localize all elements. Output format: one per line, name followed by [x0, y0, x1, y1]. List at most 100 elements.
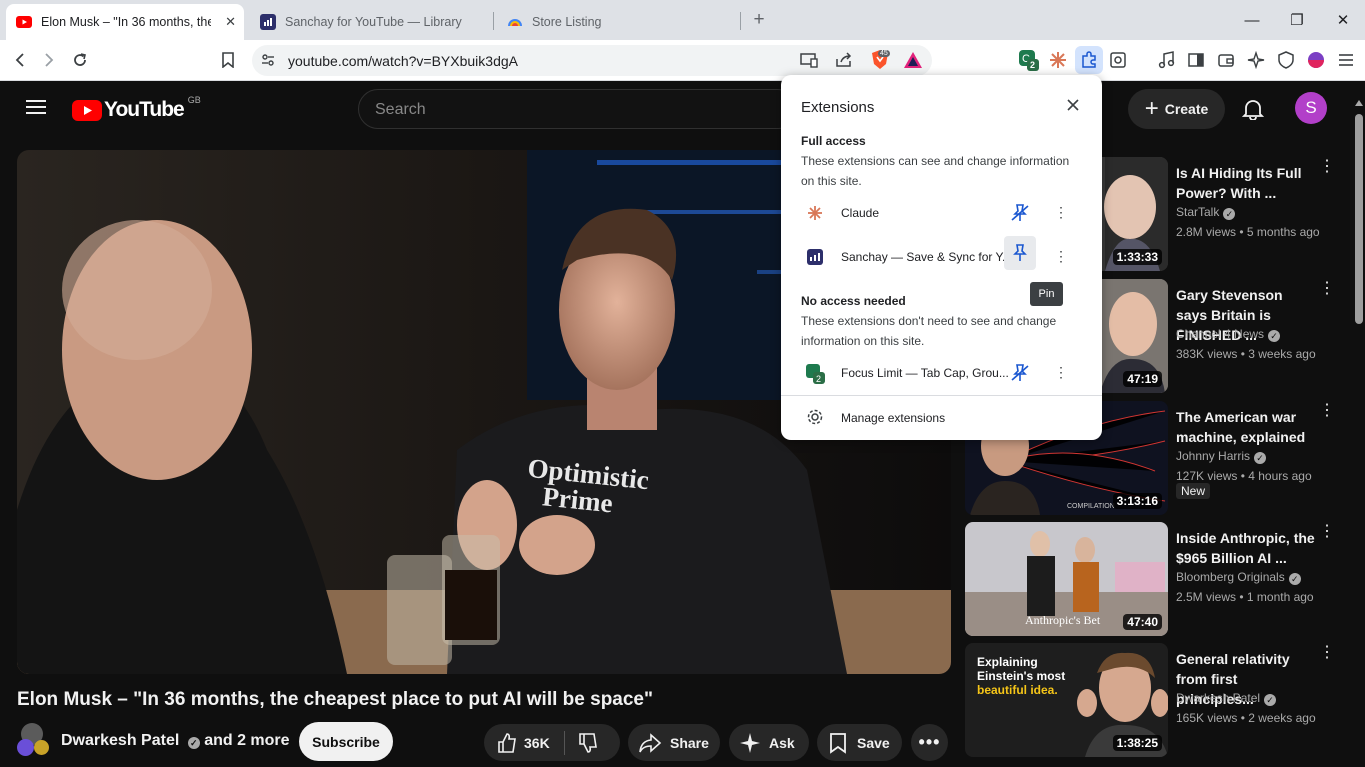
back-icon[interactable] [9, 49, 31, 71]
channel-avatar-stack[interactable] [17, 723, 49, 756]
account-avatar[interactable]: S [1295, 92, 1327, 124]
channel-name[interactable]: Dwarkesh Patel ✓ and 2 more [61, 732, 290, 750]
recommendation-channel[interactable]: StarTalk ✓ [1176, 205, 1236, 220]
kebab-menu-icon[interactable]: ⋮ [1319, 524, 1335, 548]
forward-icon[interactable] [38, 49, 60, 71]
url-text: youtube.com/watch?v=BYXbuik3dgA [288, 53, 518, 69]
menu-icon[interactable] [1335, 49, 1357, 71]
video-duration: 47:19 [1123, 371, 1162, 387]
channel-text: StarTalk [1176, 205, 1220, 219]
recommendation-channel[interactable]: Dwarkesh Patel ✓ [1176, 691, 1277, 706]
pin-icon[interactable] [1004, 236, 1036, 270]
claude-icon [806, 204, 824, 222]
save-button[interactable]: Save [817, 724, 902, 761]
tab-separator [493, 12, 494, 30]
share-button[interactable]: Share [628, 724, 720, 761]
site-info-icon[interactable] [260, 52, 276, 68]
close-tab-icon[interactable]: ✕ [225, 14, 236, 30]
like-icon[interactable] [496, 732, 518, 754]
recommendation-title[interactable]: The American war machine, explained [1176, 407, 1316, 447]
tab-search-icon[interactable] [1107, 49, 1129, 71]
extension-options-icon[interactable]: ⋮ [1054, 204, 1068, 222]
youtube-header: YouTube GB Search + Create S [0, 81, 1365, 137]
extensions-panel-title: Extensions [801, 99, 875, 116]
minimize-button[interactable]: — [1238, 8, 1266, 32]
notifications-bell-icon[interactable] [1241, 98, 1265, 121]
recommendation-title[interactable]: Is AI Hiding Its Full Power? With ... [1176, 163, 1316, 203]
kebab-menu-icon[interactable]: ⋮ [1319, 281, 1335, 305]
address-bar[interactable]: youtube.com/watch?v=BYXbuik3dgA 45 [252, 45, 932, 76]
overlay-line: Explaining [977, 655, 1038, 669]
channel-text: Bloomberg Originals [1176, 570, 1285, 584]
webstore-favicon-icon [507, 14, 523, 30]
reload-icon[interactable] [69, 49, 91, 71]
verified-icon: ✓ [1254, 452, 1267, 464]
full-access-description: These extensions can see and change info… [801, 154, 1070, 188]
extension-row-sanchay[interactable]: Sanchay — Save & Sync for Y... ⋮ [781, 236, 1102, 276]
brave-shields-icon[interactable]: 45 [870, 49, 890, 71]
youtube-logo[interactable]: YouTube GB [72, 95, 201, 122]
verified-icon: ✓ [1288, 573, 1301, 585]
recommendation-item[interactable]: Explaining Einstein's most beautiful ide… [965, 643, 1355, 757]
unpin-icon[interactable] [1009, 362, 1031, 384]
like-divider [563, 730, 565, 755]
overlay-line: Einstein's most [977, 669, 1066, 683]
extension-options-icon[interactable]: ⋮ [1054, 248, 1068, 266]
extension-row-claude[interactable]: Claude ⋮ [781, 192, 1102, 232]
more-actions-icon[interactable]: ••• [911, 724, 948, 761]
recommendation-thumbnail[interactable]: Anthropic's Bet 47:40 [965, 522, 1168, 636]
kebab-menu-icon[interactable]: ⋮ [1319, 403, 1335, 427]
video-duration: 1:33:33 [1112, 249, 1162, 265]
sanchay-icon [806, 248, 824, 266]
close-window-button[interactable]: ✕ [1329, 8, 1357, 32]
brave-rewards-icon[interactable] [903, 51, 923, 69]
create-button[interactable]: + Create [1128, 89, 1225, 129]
extensions-puzzle-icon[interactable] [1075, 46, 1103, 74]
extension-row-focus-limit[interactable]: 2 Focus Limit — Tab Cap, Grou... ⋮ [781, 352, 1102, 392]
scroll-up-arrow-icon[interactable] [1355, 100, 1363, 106]
profile-icon[interactable] [1305, 49, 1327, 71]
kebab-menu-icon[interactable]: ⋮ [1319, 645, 1335, 669]
maximize-button[interactable]: ❐ [1283, 8, 1311, 32]
recommendation-channel[interactable]: Channel 4 News ✓ [1176, 327, 1281, 342]
recommendation-item[interactable]: Anthropic's Bet 47:40 Inside Anthropic, … [965, 522, 1355, 636]
kebab-menu-icon[interactable]: ⋮ [1319, 159, 1335, 183]
close-panel-icon[interactable] [1065, 97, 1081, 113]
recommendation-title[interactable]: Inside Anthropic, the $965 Billion AI ..… [1176, 528, 1316, 568]
thumbnail-overlay-text: Anthropic's Bet [1025, 613, 1101, 627]
dislike-icon[interactable] [577, 732, 599, 754]
hamburger-menu-icon[interactable] [26, 99, 46, 115]
recommendation-channel[interactable]: Johnny Harris ✓ [1176, 449, 1267, 464]
like-count[interactable]: 36K [524, 735, 550, 751]
unpin-icon[interactable] [1009, 202, 1031, 224]
share-page-icon[interactable] [835, 52, 853, 68]
search-placeholder: Search [375, 101, 426, 118]
media-controls-icon[interactable] [1155, 49, 1177, 71]
tab-store-listing[interactable]: Store Listing [497, 4, 737, 40]
cast-icon[interactable] [800, 52, 818, 68]
wallet-icon[interactable] [1215, 49, 1237, 71]
new-tab-button[interactable]: + [745, 8, 773, 32]
claude-extension-icon[interactable] [1047, 49, 1069, 71]
manage-extensions-button[interactable]: Manage extensions [781, 397, 1102, 437]
ask-button[interactable]: Ask [729, 724, 809, 761]
focus-limit-extension-icon[interactable]: C 2 [1018, 49, 1040, 71]
vpn-shield-icon[interactable] [1275, 49, 1297, 71]
tab-title: Store Listing [532, 15, 602, 29]
page-scrollbar[interactable] [1353, 98, 1365, 767]
leo-ai-icon[interactable] [1245, 49, 1267, 71]
create-label: Create [1164, 101, 1209, 117]
recommendation-thumbnail[interactable]: Explaining Einstein's most beautiful ide… [965, 643, 1168, 757]
extension-options-icon[interactable]: ⋮ [1054, 364, 1068, 382]
subscribe-button[interactable]: Subscribe [299, 722, 393, 761]
scroll-thumb[interactable] [1355, 114, 1363, 324]
sidebar-icon[interactable] [1185, 49, 1207, 71]
recommendation-channel[interactable]: Bloomberg Originals ✓ [1176, 570, 1301, 585]
bookmark-icon[interactable] [217, 49, 239, 71]
no-access-description: These extensions don't need to see and c… [801, 314, 1057, 348]
tab-sanchay[interactable]: Sanchay for YouTube — Library [250, 4, 490, 40]
overlay-line: beautiful idea. [977, 683, 1058, 697]
recommendation-meta: 2.5M views • 1 month ago [1176, 590, 1314, 604]
tab-youtube[interactable]: Elon Musk – "In 36 months, the c ✕ [6, 4, 244, 40]
search-input[interactable]: Search [358, 89, 798, 129]
